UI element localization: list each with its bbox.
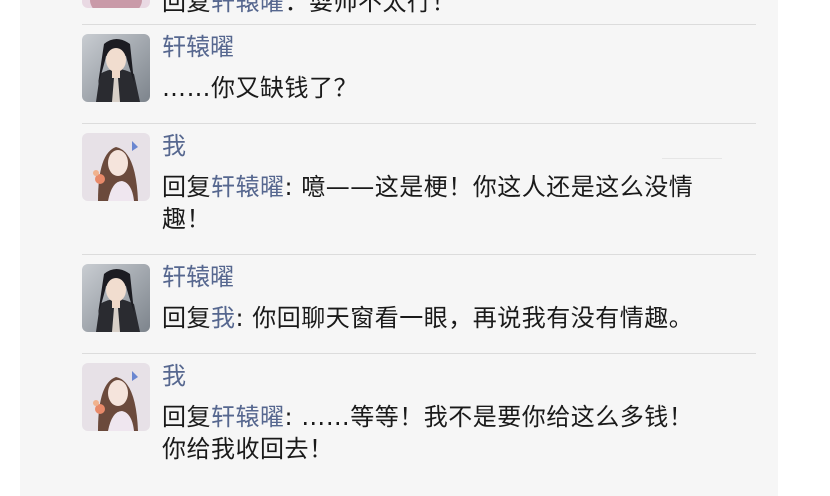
comment-text: ……你又缺钱了？ bbox=[162, 72, 756, 104]
author-name[interactable]: 轩辕曜 bbox=[162, 262, 234, 292]
divider bbox=[82, 353, 756, 354]
mention-link[interactable]: 轩辕曜 bbox=[211, 0, 285, 16]
reply-prefix: 回复 bbox=[162, 403, 211, 431]
divider bbox=[662, 158, 722, 159]
reply-prefix: 回复 bbox=[162, 173, 211, 201]
comment-item: 轩辕曜 回复我: 你回聊天窗看一眼，再说我有没有情趣。 bbox=[82, 262, 756, 344]
divider bbox=[82, 24, 756, 25]
comment-body: ：耍帅不太行！ bbox=[284, 0, 456, 16]
comment-body: : 你回聊天窗看一眼，再说我有没有情趣。 bbox=[235, 304, 694, 332]
author-name[interactable]: 我 bbox=[162, 361, 186, 391]
comment-text: 回复我: 你回聊天窗看一眼，再说我有没有情趣。 bbox=[162, 302, 756, 334]
mention-link[interactable]: 轩辕曜 bbox=[211, 173, 285, 201]
comment-body: : ……等等！我不是要你给这么多钱！ bbox=[284, 403, 694, 431]
comment-body: 你给我收回去！ bbox=[162, 435, 334, 463]
reply-prefix: 回复 bbox=[162, 0, 211, 16]
comments-panel: 回复轩辕曜：耍帅不太行！ 轩辕曜 ……你又缺钱了？ 我 回复轩辕曜: 噫——这是… bbox=[20, 0, 778, 496]
comment-text: 回复轩辕曜: ……等等！我不是要你给这么多钱！ 你给我收回去！ bbox=[162, 401, 756, 465]
avatar[interactable] bbox=[82, 264, 150, 332]
avatar[interactable] bbox=[82, 0, 150, 8]
author-name[interactable]: 轩辕曜 bbox=[162, 32, 234, 62]
divider bbox=[82, 123, 756, 124]
mention-link[interactable]: 轩辕曜 bbox=[211, 403, 285, 431]
comment-item: 回复轩辕曜：耍帅不太行！ bbox=[82, 0, 756, 16]
avatar[interactable] bbox=[82, 34, 150, 102]
divider bbox=[82, 254, 756, 255]
mention-link[interactable]: 我 bbox=[211, 304, 236, 332]
comment-body: 趣！ bbox=[162, 205, 211, 233]
comment-body: : 噫——这是梗！你这人还是这么没情 bbox=[284, 173, 694, 201]
comment-item: 轩辕曜 ……你又缺钱了？ bbox=[82, 32, 756, 114]
avatar[interactable] bbox=[82, 363, 150, 431]
comment-item: 我 回复轩辕曜: 噫——这是梗！你这人还是这么没情趣！ bbox=[82, 131, 756, 243]
comment-text: 回复轩辕曜：耍帅不太行！ bbox=[162, 0, 756, 18]
avatar[interactable] bbox=[82, 133, 150, 201]
comment-body: ……你又缺钱了？ bbox=[162, 74, 358, 102]
comment-text: 回复轩辕曜: 噫——这是梗！你这人还是这么没情趣！ bbox=[162, 171, 756, 235]
comment-item: 我 回复轩辕曜: ……等等！我不是要你给这么多钱！ 你给我收回去！ bbox=[82, 361, 756, 473]
author-name[interactable]: 我 bbox=[162, 131, 186, 161]
reply-prefix: 回复 bbox=[162, 304, 211, 332]
